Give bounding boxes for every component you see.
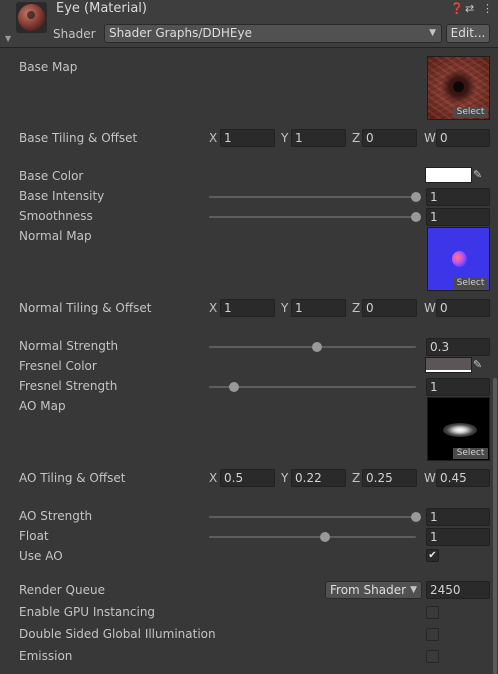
normal-strength-slider-thumb[interactable]: [311, 342, 322, 352]
base-map-select-button[interactable]: Select: [453, 107, 488, 118]
shader-dropdown-value: Shader Graphs/DDHEye: [109, 26, 252, 40]
base-tiling-z-field[interactable]: 0: [362, 129, 417, 147]
float-label: Float: [19, 529, 49, 543]
smoothness-slider-thumb[interactable]: [411, 212, 421, 222]
eyedropper-icon[interactable]: ✎: [473, 357, 482, 373]
ao-tiling-z-field[interactable]: 0.25: [362, 469, 417, 487]
base-tiling-label: Base Tiling & Offset: [19, 131, 138, 145]
material-title: Eye (Material): [56, 1, 147, 16]
smoothness-label: Smoothness: [19, 209, 93, 223]
normal-strength-field[interactable]: 0.3: [426, 338, 490, 356]
foldout-arrow-icon[interactable]: ▼: [5, 34, 11, 43]
emission-label: Emission: [19, 649, 73, 663]
ao-strength-field[interactable]: 1: [426, 508, 490, 526]
normal-tiling-x-field[interactable]: 1: [220, 299, 275, 317]
base-map-texture-slot[interactable]: Select: [427, 56, 490, 120]
normal-tiling-z-field[interactable]: 0: [362, 299, 417, 317]
emission-checkbox[interactable]: [426, 650, 439, 663]
base-map-label: Base Map: [19, 60, 78, 74]
normal-tiling-y-field[interactable]: 1: [291, 299, 346, 317]
ao-tiling-label: AO Tiling & Offset: [19, 471, 126, 485]
axis-y-label: Y: [281, 471, 289, 485]
material-preview-thumbnail: [16, 2, 47, 33]
shader-label: Shader: [53, 27, 96, 41]
normal-map-texture-slot[interactable]: Select: [427, 227, 490, 291]
base-tiling-w-field[interactable]: 0: [436, 129, 490, 147]
use-ao-checkbox[interactable]: ✔: [426, 549, 439, 562]
gpu-instancing-label: Enable GPU Instancing: [19, 605, 156, 619]
gpu-instancing-checkbox[interactable]: [426, 606, 439, 619]
float-slider-thumb[interactable]: [319, 532, 330, 542]
axis-x-label: X: [209, 471, 218, 485]
ao-strength-slider-thumb[interactable]: [411, 512, 421, 522]
axis-w-label: W: [424, 471, 436, 485]
float-slider-track[interactable]: [209, 536, 416, 538]
material-inspector: Eye (Material) ❓ ⇄ ⋮ Shader Shader Graph…: [0, 0, 498, 674]
fresnel-color-swatch[interactable]: [425, 357, 472, 373]
render-queue-mode: From Shader: [330, 583, 407, 597]
material-header: Eye (Material) ❓ ⇄ ⋮ Shader Shader Graph…: [0, 0, 498, 48]
ao-map-label: AO Map: [19, 399, 66, 413]
ao-map-select-button[interactable]: Select: [453, 448, 488, 459]
normal-map-select-button[interactable]: Select: [453, 278, 488, 289]
normal-map-label: Normal Map: [19, 229, 92, 243]
smoothness-slider-track[interactable]: [209, 216, 416, 218]
render-queue-dropdown[interactable]: From Shader ▼: [325, 581, 422, 599]
axis-z-label: Z: [352, 301, 361, 315]
base-tiling-x-field[interactable]: 1: [220, 129, 275, 147]
double-sided-gi-label: Double Sided Global Illumination: [19, 627, 216, 641]
eyedropper-icon[interactable]: ✎: [473, 167, 482, 183]
ao-tiling-y-field[interactable]: 0.22: [291, 469, 346, 487]
axis-z-label: Z: [352, 131, 361, 145]
base-color-swatch[interactable]: [425, 167, 472, 183]
normal-tiling-label: Normal Tiling & Offset: [19, 301, 152, 315]
render-queue-label: Render Queue: [19, 583, 105, 597]
ao-strength-label: AO Strength: [19, 509, 93, 523]
preset-sliders-icon[interactable]: ⇄: [465, 2, 474, 16]
axis-w-label: W: [424, 131, 436, 145]
smoothness-field[interactable]: 1: [426, 208, 490, 226]
ao-map-texture-slot[interactable]: Select: [427, 397, 490, 461]
axis-x-label: X: [209, 301, 218, 315]
chevron-down-icon: ▼: [429, 28, 436, 38]
checkmark-icon: ✔: [428, 550, 437, 561]
edit-shader-button[interactable]: Edit...: [446, 24, 490, 43]
ao-tiling-x-field[interactable]: 0.5: [220, 469, 275, 487]
fresnel-strength-slider-thumb[interactable]: [228, 382, 239, 392]
kebab-menu-icon[interactable]: ⋮: [482, 2, 493, 16]
base-intensity-slider-track[interactable]: [209, 196, 416, 198]
double-sided-gi-checkbox[interactable]: [426, 628, 439, 641]
axis-w-label: W: [424, 301, 436, 315]
base-tiling-y-field[interactable]: 1: [291, 129, 346, 147]
fresnel-strength-slider-track[interactable]: [209, 386, 416, 388]
float-field[interactable]: 1: [426, 528, 490, 546]
base-intensity-label: Base Intensity: [19, 189, 105, 203]
axis-z-label: Z: [352, 471, 361, 485]
normal-strength-label: Normal Strength: [19, 339, 119, 353]
fresnel-color-label: Fresnel Color: [19, 359, 97, 373]
chevron-down-icon: ▼: [410, 585, 417, 595]
base-color-label: Base Color: [19, 169, 84, 183]
ao-tiling-w-field[interactable]: 0.45: [436, 469, 490, 487]
fresnel-strength-field[interactable]: 1: [426, 378, 490, 396]
inspector-scrollbar[interactable]: [493, 378, 497, 674]
axis-y-label: Y: [281, 131, 289, 145]
ao-strength-slider-track[interactable]: [209, 516, 416, 518]
axis-y-label: Y: [281, 301, 289, 315]
axis-x-label: X: [209, 131, 218, 145]
fresnel-strength-label: Fresnel Strength: [19, 379, 118, 393]
base-intensity-field[interactable]: 1: [426, 188, 490, 206]
render-queue-field[interactable]: 2450: [426, 581, 490, 599]
base-intensity-slider-thumb[interactable]: [411, 192, 421, 202]
normal-tiling-w-field[interactable]: 0: [436, 299, 490, 317]
use-ao-label: Use AO: [19, 549, 63, 563]
shader-dropdown[interactable]: Shader Graphs/DDHEye ▼: [104, 24, 442, 43]
help-icon[interactable]: ❓: [450, 2, 464, 16]
